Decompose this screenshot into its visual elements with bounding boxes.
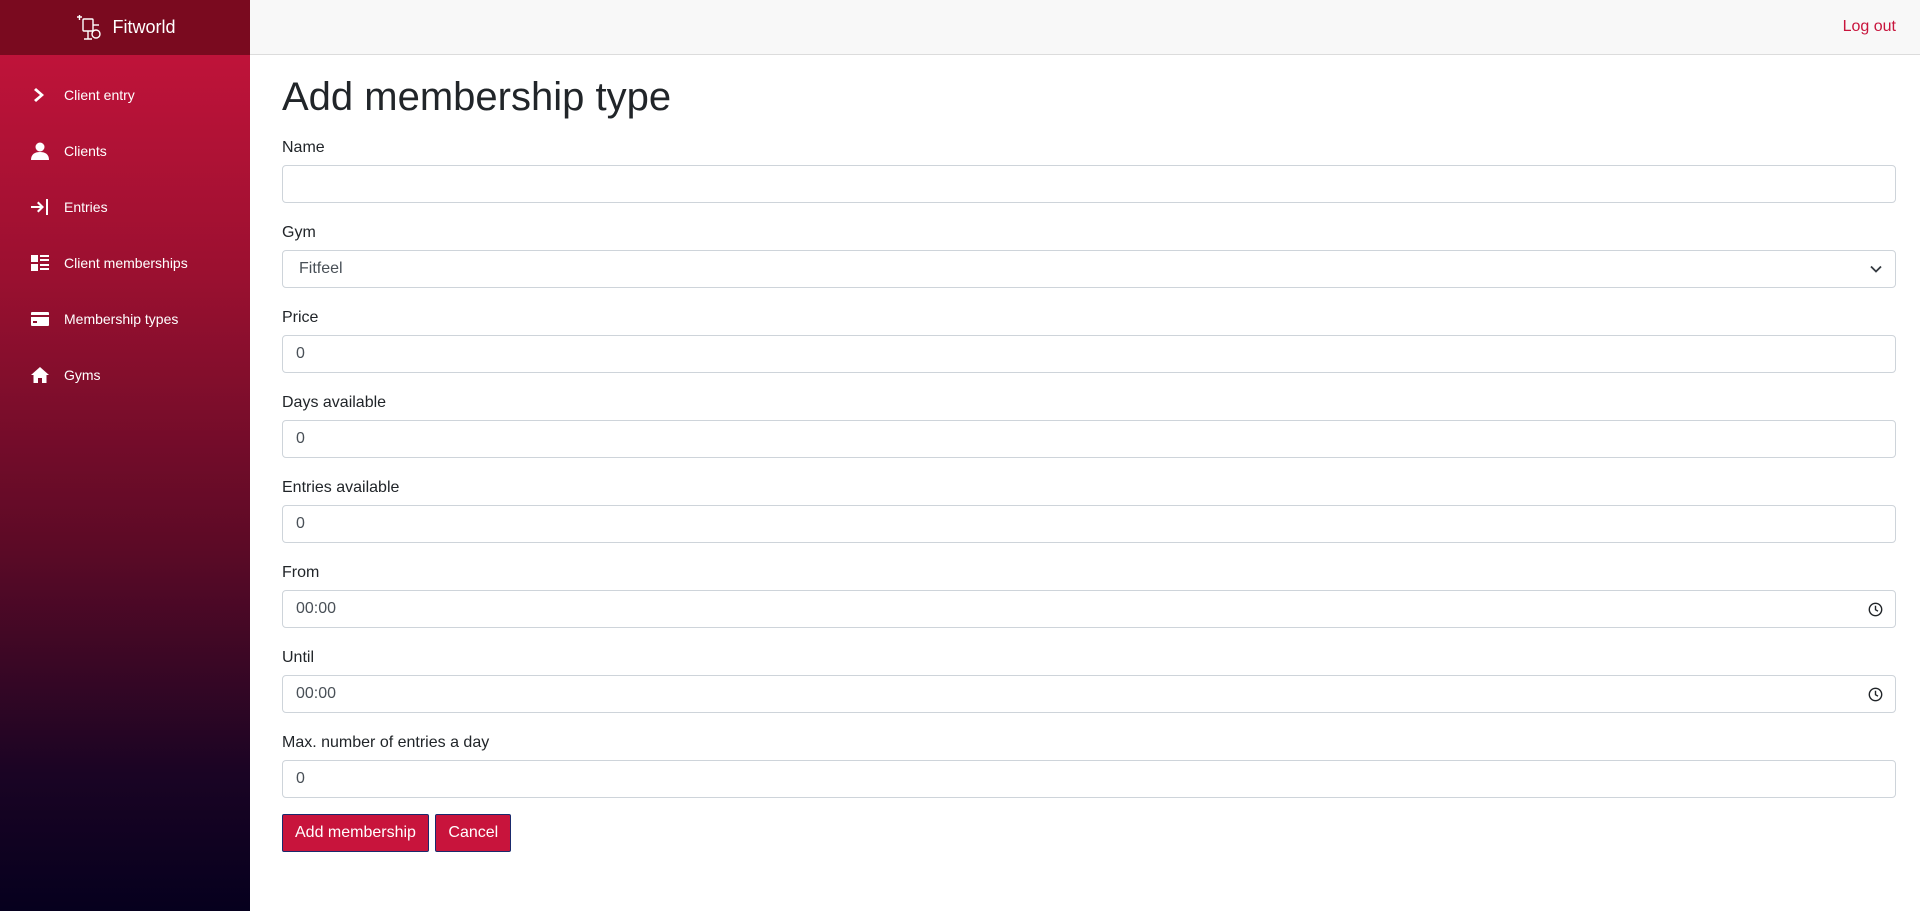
from-time-value: 00:00	[296, 600, 337, 617]
add-membership-button[interactable]: Add membership	[282, 814, 429, 852]
sidebar: Fitworld Client entry Clients Entries Cl…	[0, 0, 250, 911]
chevron-down-icon	[1869, 262, 1883, 276]
from-time-input[interactable]: 00:00	[282, 590, 1896, 628]
from-group: From 00:00	[282, 563, 1896, 628]
price-label: Price	[282, 309, 319, 326]
gym-select-value: Fitfeel	[299, 260, 343, 277]
main-content: Add membership type Name Gym Fitfeel Pri…	[282, 72, 1896, 852]
until-time-input[interactable]: 00:00	[282, 675, 1896, 713]
price-input[interactable]: 0	[282, 335, 1896, 373]
sidebar-item-label: Client entry	[64, 87, 135, 103]
sidebar-item-label: Gyms	[64, 367, 101, 383]
dashboard-list-icon	[30, 253, 50, 273]
days-available-input[interactable]: 0	[282, 420, 1896, 458]
sign-in-icon	[30, 197, 50, 217]
max-entries-group: Max. number of entries a day 0	[282, 733, 1896, 798]
max-entries-input[interactable]: 0	[282, 760, 1896, 798]
gym-group: Gym Fitfeel	[282, 223, 1896, 288]
price-group: Price 0	[282, 308, 1896, 373]
entries-available-label: Entries available	[282, 479, 400, 496]
sidebar-item-label: Client memberships	[64, 255, 188, 271]
page-title: Add membership type	[282, 75, 672, 119]
sidebar-item-label: Membership types	[64, 311, 179, 327]
clock-icon[interactable]	[1868, 687, 1883, 702]
until-label: Until	[282, 649, 315, 666]
gym-logo-icon	[74, 13, 104, 43]
name-group: Name	[282, 138, 1896, 203]
cancel-button[interactable]: Cancel	[435, 814, 512, 852]
form-actions: Add membership Cancel	[282, 814, 1896, 852]
max-entries-label: Max. number of entries a day	[282, 734, 490, 751]
credit-card-icon	[30, 309, 50, 329]
home-icon	[30, 365, 50, 385]
from-label: From	[282, 564, 320, 581]
sidebar-item-entries[interactable]: Entries	[0, 179, 250, 235]
sidebar-item-clients[interactable]: Clients	[0, 123, 250, 179]
chevron-right-icon	[30, 85, 50, 105]
days-available-group: Days available 0	[282, 393, 1896, 458]
entries-available-input[interactable]: 0	[282, 505, 1896, 543]
sidebar-item-label: Entries	[64, 199, 108, 215]
top-bar: Log out	[250, 0, 1920, 55]
logout-link[interactable]: Log out	[1843, 18, 1896, 36]
name-label: Name	[282, 139, 325, 156]
sidebar-item-gyms[interactable]: Gyms	[0, 347, 250, 403]
brand[interactable]: Fitworld	[0, 0, 250, 55]
sidebar-nav: Client entry Clients Entries Client memb…	[0, 55, 250, 403]
user-icon	[30, 141, 50, 161]
sidebar-item-client-memberships[interactable]: Client memberships	[0, 235, 250, 291]
gym-label: Gym	[282, 224, 316, 241]
sidebar-item-client-entry[interactable]: Client entry	[0, 67, 250, 123]
until-time-value: 00:00	[296, 685, 337, 702]
gym-select[interactable]: Fitfeel	[282, 250, 1896, 288]
sidebar-item-membership-types[interactable]: Membership types	[0, 291, 250, 347]
clock-icon[interactable]	[1868, 602, 1883, 617]
until-group: Until 00:00	[282, 648, 1896, 713]
app-name: Fitworld	[112, 17, 176, 37]
sidebar-item-label: Clients	[64, 143, 107, 159]
days-available-label: Days available	[282, 394, 387, 411]
entries-available-group: Entries available 0	[282, 478, 1896, 543]
name-input[interactable]	[282, 165, 1896, 203]
